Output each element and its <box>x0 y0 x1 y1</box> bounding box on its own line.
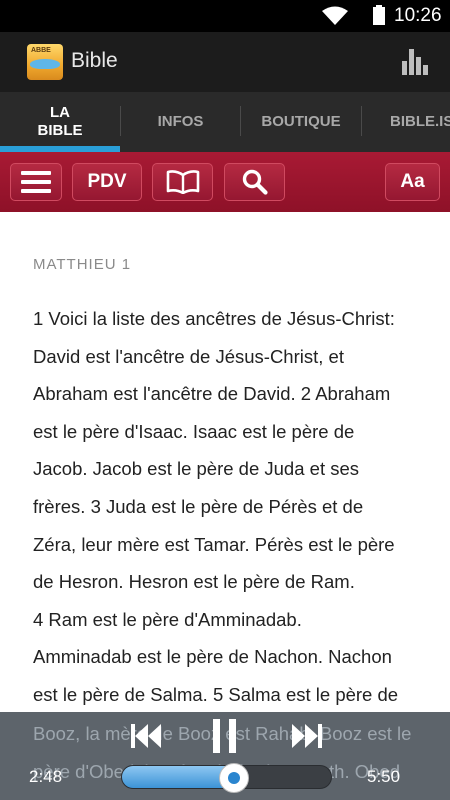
search-icon <box>242 169 268 195</box>
stats-icon[interactable] <box>402 47 428 75</box>
elapsed-time: 2:48 <box>29 767 63 786</box>
version-button[interactable]: PDV <box>72 163 142 201</box>
verse-line: de Hesron. Hesron est le père de Ram. <box>33 571 355 593</box>
tab-infos[interactable]: INFOS <box>121 92 240 152</box>
tab-divider <box>120 106 121 136</box>
tab-divider <box>361 106 362 136</box>
status-bar: 10:26 <box>0 0 450 32</box>
wifi-icon <box>322 6 348 25</box>
logo-wave-icon <box>30 59 60 69</box>
playback-progress-bar[interactable] <box>121 763 332 793</box>
tab-boutique[interactable]: BOUTIQUE <box>241 92 361 152</box>
action-bar: ABBE Bible <box>0 32 450 92</box>
total-duration: 5:50 <box>367 767 401 786</box>
verse-text: 1 Voici la liste des ancêtres de Jésus-C… <box>33 300 418 712</box>
logo-text: ABBE <box>31 47 51 54</box>
search-button[interactable] <box>224 163 285 201</box>
app-title: Bible <box>71 49 118 72</box>
app-logo: ABBE <box>27 44 63 80</box>
books-button[interactable] <box>152 163 213 201</box>
next-track-icon[interactable] <box>292 723 322 749</box>
verse-line: 4 Ram est le père d'Amminadab. <box>33 608 302 630</box>
verse-line: Jacob. Jacob est le père de Juda et ses <box>33 458 360 480</box>
tab-bible-is[interactable]: BIBLE.IS <box>362 92 450 152</box>
pause-icon[interactable] <box>213 719 237 753</box>
status-time: 10:26 <box>394 5 442 26</box>
verse-line: 1 Voici la liste des ancêtres de Jésus-C… <box>33 308 395 329</box>
verse-line: est le père de Salma. 5 Salma est le pèr… <box>33 683 399 705</box>
verse-line: Zéra, leur mère est Tamar. Pérès est le … <box>33 533 395 555</box>
verse-line: David est l'ancêtre de Jésus-Christ, et <box>33 345 344 367</box>
tab-divider <box>240 106 241 136</box>
reader-content[interactable]: MATTHIEU 1 1 Voici la liste des ancêtres… <box>0 212 450 712</box>
verse-line: est le père d'Isaac. Isaac est le père d… <box>33 420 355 442</box>
previous-track-icon[interactable] <box>131 723 161 749</box>
menu-button[interactable] <box>10 163 62 201</box>
reader-toolbar: PDV Aa <box>0 152 450 212</box>
verse-line: Amminadab est le père de Nachon. Nachon <box>33 646 392 668</box>
verse-line: Abraham est l'ancêtre de David. 2 Abraha… <box>33 383 391 405</box>
playback-seek-handle[interactable] <box>219 763 249 793</box>
battery-icon <box>373 5 385 25</box>
tab-bar: LA BIBLE INFOS BOUTIQUE BIBLE.IS <box>0 92 450 152</box>
chapter-heading: MATTHIEU 1 <box>33 256 132 273</box>
book-icon <box>166 170 199 194</box>
font-size-button[interactable]: Aa <box>385 163 440 201</box>
verse-line: frères. 3 Juda est le père de Pérès et d… <box>33 495 364 517</box>
tab-la-bible[interactable]: LA BIBLE <box>0 92 120 152</box>
hamburger-icon <box>21 171 51 193</box>
